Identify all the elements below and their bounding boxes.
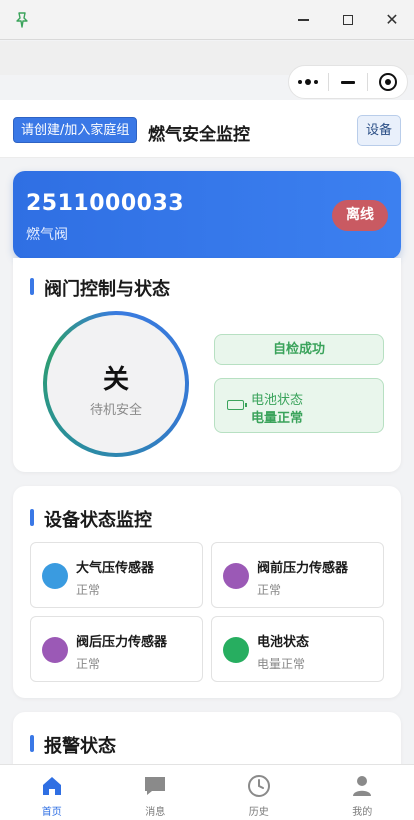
capsule-minimize-icon xyxy=(341,80,355,84)
window-titlebar: ✕ xyxy=(0,0,414,40)
message-icon xyxy=(145,777,166,795)
self-check-badge: 自检成功 xyxy=(214,334,384,365)
more-dots-icon xyxy=(298,79,319,85)
device-button[interactable]: 设备 xyxy=(357,115,401,146)
alarm-section-title: 报警状态 xyxy=(30,732,116,758)
device-id: 2511000033 xyxy=(26,191,185,216)
nav-label: 我的 xyxy=(352,807,373,818)
capsule-minimize-button[interactable] xyxy=(329,66,368,98)
maximize-button[interactable] xyxy=(335,7,361,33)
sensor-status: 正常 xyxy=(76,583,101,597)
user-icon xyxy=(353,776,372,796)
capsule-target-icon xyxy=(378,73,397,91)
nav-item-home[interactable]: 首页 xyxy=(0,765,104,820)
close-button[interactable]: ✕ xyxy=(379,7,405,33)
status-badge: 离线 xyxy=(332,200,388,231)
clock-icon xyxy=(247,775,270,797)
nav-label: 消息 xyxy=(145,807,166,818)
monitor-card: 设备状态监控 大气压传感器 正常 阀前压力传感器 正常 阀后压力传感器 正常 电… xyxy=(13,486,401,698)
sensor-name: 阀后压力传感器 xyxy=(76,635,168,650)
sensor-name: 大气压传感器 xyxy=(76,561,155,576)
sensor-status: 电量正常 xyxy=(257,657,306,671)
valve-toggle[interactable]: 关 待机安全 xyxy=(43,311,189,457)
page-title: 燃气安全监控 xyxy=(148,125,250,145)
sensor-dot-icon xyxy=(223,563,249,589)
battery-status-box: 电池状态 电量正常 xyxy=(214,378,384,433)
sensor-name: 电池状态 xyxy=(257,635,310,650)
nav-item-profile[interactable]: 我的 xyxy=(311,765,414,820)
close-icon: ✕ xyxy=(385,10,399,29)
sensor-name: 阀前压力传感器 xyxy=(257,561,349,576)
battery-label: 电池状态 xyxy=(251,393,304,408)
nav-label: 历史 xyxy=(248,807,269,818)
monitor-section-title: 设备状态监控 xyxy=(30,506,152,532)
capsule-close-button[interactable] xyxy=(368,66,407,98)
join-family-button[interactable]: 请创建/加入家庭组 xyxy=(13,117,138,143)
sensor-tile[interactable]: 电池状态 电量正常 xyxy=(211,616,384,682)
battery-value: 电量正常 xyxy=(251,411,304,426)
valve-card: 阀门控制与状态 关 待机安全 自检成功 电池状态 电量正常 xyxy=(13,258,401,472)
more-button[interactable] xyxy=(289,66,328,98)
sensor-tile[interactable]: 阀后压力传感器 正常 xyxy=(30,616,203,682)
sensor-status: 正常 xyxy=(76,657,101,671)
maximize-icon xyxy=(343,15,353,25)
valve-substate: 待机安全 xyxy=(89,403,142,418)
sensor-dot-icon xyxy=(42,563,68,589)
nav-item-messages[interactable]: 消息 xyxy=(104,765,208,820)
valve-state: 关 xyxy=(102,365,129,395)
home-icon xyxy=(42,777,61,795)
device-card: 2511000033 燃气阀 离线 xyxy=(13,171,401,259)
nav-label: 首页 xyxy=(41,807,62,818)
minimize-icon xyxy=(297,19,309,21)
sensor-tile[interactable]: 大气压传感器 正常 xyxy=(30,542,203,608)
sensor-dot-icon xyxy=(223,637,249,663)
battery-icon xyxy=(227,400,247,410)
sensor-dot-icon xyxy=(42,637,68,663)
menu-capsule xyxy=(288,65,408,99)
bottom-nav: 首页 消息 历史 我的 xyxy=(0,764,414,820)
sensor-tile[interactable]: 阀前压力传感器 正常 xyxy=(211,542,384,608)
app-header: 请创建/加入家庭组 燃气安全监控 设备 xyxy=(0,100,414,158)
pin-icon[interactable] xyxy=(12,10,32,30)
minimize-button[interactable] xyxy=(290,7,316,33)
nav-item-history[interactable]: 历史 xyxy=(207,765,311,820)
valve-ring-inner: 关 待机安全 xyxy=(47,315,185,453)
sensor-status: 正常 xyxy=(257,583,282,597)
device-type: 燃气阀 xyxy=(26,227,68,243)
valve-section-title: 阀门控制与状态 xyxy=(30,275,170,301)
